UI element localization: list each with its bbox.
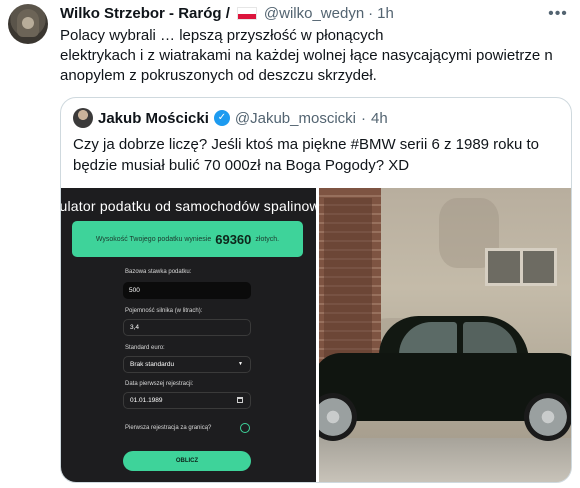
- more-options-icon[interactable]: •••: [546, 2, 570, 26]
- tweet-text-line: anopylem z pokruszonych od deszczu skrzy…: [60, 67, 377, 84]
- quote-media[interactable]: lkulator podatku od samochodów spalinowy…: [61, 188, 571, 482]
- foreign-registration-label: Pierwsza rejestracja za granicą?: [125, 425, 212, 431]
- author-name[interactable]: Wilko Strzebor - Raróg /: [60, 5, 230, 22]
- quote-time[interactable]: 4h: [371, 110, 388, 127]
- dropdown-arrow-icon: ▼: [238, 361, 243, 367]
- calculator-title: lkulator podatku od samochodów spalinowy: [61, 198, 316, 214]
- tweet-header: Wilko Strzebor - Raróg / @wilko_wedyn · …: [60, 5, 394, 22]
- engine-capacity-input[interactable]: 3,4: [123, 319, 251, 336]
- quote-text: Czy ja dobrze liczę? Jeśli ktoś ma piękn…: [73, 134, 563, 176]
- base-rate-input[interactable]: 500: [123, 282, 251, 299]
- registration-date-label: Data pierwszej rejestracji:: [125, 381, 194, 387]
- registration-date-input[interactable]: 01.01.1989: [123, 392, 251, 409]
- result-amount: 69360: [215, 231, 252, 247]
- header-separator: ·: [368, 5, 374, 22]
- quote-author-handle[interactable]: @Jakub_moscicki: [235, 110, 356, 127]
- bmw-car-photo[interactable]: [319, 188, 571, 482]
- calculate-button[interactable]: OBLICZ: [123, 451, 251, 471]
- pavement: [319, 438, 571, 482]
- verified-badge-icon: ✓: [213, 110, 230, 126]
- engine-capacity-label: Pojemność silnika (w litrach):: [125, 308, 203, 314]
- tweet-text-line: Polacy wybrali … lepszą przyszłość w pło…: [60, 27, 384, 44]
- euro-standard-label: Standard euro:: [125, 345, 165, 351]
- quote-text-line: będzie musiał bulić 70 000zł na Boga Pog…: [73, 157, 410, 174]
- wooden-door: [324, 198, 372, 358]
- euro-standard-value: Brak standardu: [130, 361, 175, 368]
- author-handle[interactable]: @wilko_wedyn: [264, 5, 364, 22]
- author-avatar[interactable]: [8, 4, 48, 44]
- avatar-face: [22, 17, 34, 29]
- base-rate-label: Bazowa stawka podatku:: [125, 269, 192, 275]
- tax-calculator-screenshot[interactable]: lkulator podatku od samochodów spalinowy…: [61, 188, 316, 482]
- building-window: [485, 248, 557, 286]
- quote-header: Jakub Mościcki ✓ @Jakub_moscicki · 4h: [73, 108, 388, 128]
- registration-date-value: 01.01.1989: [130, 397, 163, 404]
- engine-capacity-value: 3,4: [130, 324, 140, 331]
- quote-author-name[interactable]: Jakub Mościcki: [98, 110, 209, 127]
- car-wheel: [524, 393, 571, 441]
- foreign-registration-radio[interactable]: [240, 423, 250, 433]
- result-prefix: Wysokość Twojego podatku wyniesie: [95, 235, 212, 243]
- tweet-text-line: elektrykach i z wiatrakami na każdej wol…: [60, 47, 553, 64]
- base-rate-value: 500: [129, 287, 140, 294]
- quote-author-avatar[interactable]: [73, 108, 93, 128]
- quote-text-line: Czy ja dobrze liczę? Jeśli ktoś ma piękn…: [73, 136, 540, 153]
- poland-flag-icon: [236, 7, 257, 20]
- quoted-tweet[interactable]: Jakub Mościcki ✓ @Jakub_moscicki · 4h Cz…: [60, 97, 572, 483]
- tweet-time[interactable]: 1h: [377, 5, 394, 22]
- tweet-text: Polacy wybrali … lepszą przyszłość w pło…: [60, 26, 570, 86]
- euro-standard-select[interactable]: Brak standardu ▼: [123, 356, 251, 373]
- quote-separator: ·: [361, 109, 366, 127]
- tax-result-banner: Wysokość Twojego podatku wyniesie 69360 …: [72, 221, 303, 257]
- result-suffix: złotych.: [255, 235, 280, 243]
- calendar-icon[interactable]: [237, 397, 243, 403]
